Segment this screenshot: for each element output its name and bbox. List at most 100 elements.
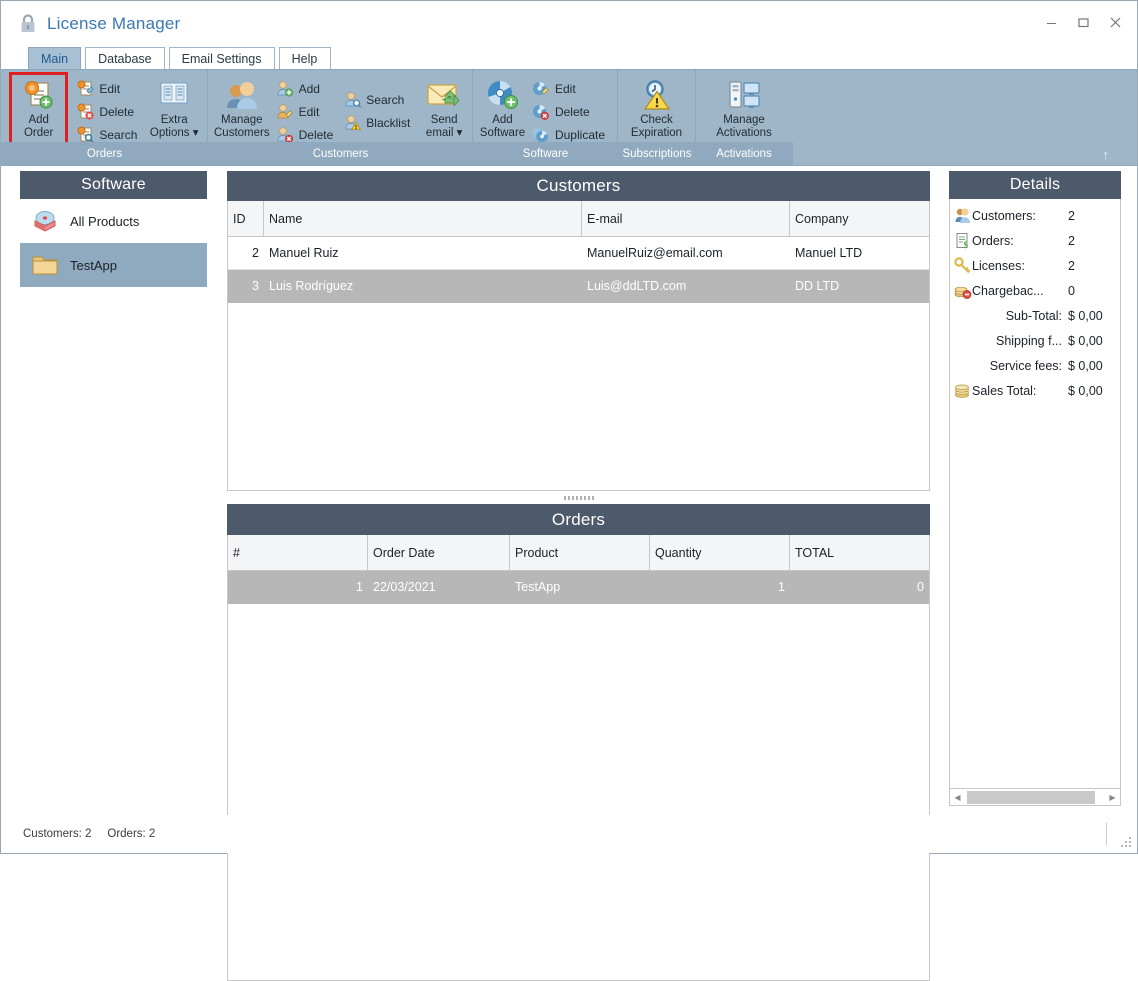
details-value: 2 xyxy=(1068,233,1075,248)
extra-options-button[interactable]: Extra Options ▾ xyxy=(147,74,201,143)
scroll-track[interactable] xyxy=(965,790,1105,804)
ribbon-group-orders: Add Order Edit Delete Search Extra Optio… xyxy=(1,70,208,146)
ribbon-group-subscriptions: Check Expiration xyxy=(618,70,696,143)
duplicate-software-label: Duplicate xyxy=(554,127,605,142)
details-label: Orders: xyxy=(972,233,1014,248)
customers-panel: Customers ID Name E-mail Company 2 Manue… xyxy=(227,171,930,491)
customers-panel-title: Customers xyxy=(227,171,930,201)
column-header-name[interactable]: Name xyxy=(264,201,582,236)
customers-grid[interactable]: ID Name E-mail Company 2 Manuel Ruiz Man… xyxy=(227,201,930,491)
orders-panel: Orders # Order Date Product Quantity TOT… xyxy=(227,504,930,981)
table-row[interactable]: 2 Manuel Ruiz ManuelRuiz@email.com Manue… xyxy=(228,237,929,270)
tab-help[interactable]: Help xyxy=(278,47,331,69)
column-header-company[interactable]: Company xyxy=(790,201,929,236)
main-content: Software All Products TestApp Customers … xyxy=(1,165,1137,981)
search-order-label: Search xyxy=(99,127,138,142)
close-button[interactable] xyxy=(1099,9,1131,35)
add-software-label: Add Software xyxy=(480,114,525,140)
blacklist-customer-label: Blacklist xyxy=(366,115,411,130)
column-header-quantity[interactable]: Quantity xyxy=(650,535,790,570)
orders-grid-header: # Order Date Product Quantity TOTAL xyxy=(228,535,929,571)
column-header-num[interactable]: # xyxy=(228,535,368,570)
delete-software-button[interactable]: Delete xyxy=(530,100,611,123)
status-customers-count: Customers: 2 xyxy=(23,828,92,840)
orders-grid[interactable]: # Order Date Product Quantity TOTAL 1 22… xyxy=(227,535,930,981)
group-caption-customers: Customers xyxy=(312,147,369,160)
resize-grip-icon[interactable] xyxy=(1115,831,1131,847)
add-software-button[interactable]: Add Software xyxy=(479,74,526,143)
delete-customer-icon xyxy=(276,126,294,144)
scroll-thumb[interactable] xyxy=(967,790,1095,804)
group-caption-software: Software xyxy=(522,147,569,160)
minimize-icon xyxy=(1046,22,1056,24)
details-row-shipping-fees: Shipping f... $ 0,00 xyxy=(950,328,1120,353)
cd-box-icon xyxy=(30,206,60,236)
add-software-label-line1: Add xyxy=(492,114,513,126)
tab-email-settings[interactable]: Email Settings xyxy=(168,47,275,69)
send-email-button[interactable]: Send email ▾ xyxy=(422,74,466,143)
splitter-grip-icon xyxy=(563,496,594,500)
table-row[interactable]: 3 Luis Rodríguez Luis@ddLTD.com DD LTD xyxy=(228,270,929,303)
manage-customers-label-line1: Manage xyxy=(221,114,263,126)
column-header-order-date[interactable]: Order Date xyxy=(368,535,510,570)
delete-software-label: Delete xyxy=(554,104,590,119)
check-expiration-label-line2: Expiration xyxy=(630,127,683,139)
edit-software-button[interactable]: Edit xyxy=(530,77,611,100)
details-label: Customers: xyxy=(972,208,1036,223)
add-order-button[interactable]: Add Order xyxy=(8,72,69,145)
add-order-label: Add Order xyxy=(24,114,53,140)
edit-customer-button[interactable]: Edit xyxy=(274,100,340,123)
sidebar-item-label: All Products xyxy=(70,213,140,229)
delete-order-button[interactable]: Delete xyxy=(74,100,143,123)
blacklist-customer-icon xyxy=(343,114,361,132)
software-panel-title: Software xyxy=(20,171,207,199)
extra-options-label: Extra Options ▾ xyxy=(150,114,199,140)
extra-options-label-line1: Extra xyxy=(160,114,188,126)
details-horizontal-scrollbar[interactable]: ◀ ▶ xyxy=(949,789,1121,806)
edit-order-label: Edit xyxy=(99,81,121,96)
orders-small-buttons: Edit Delete Search xyxy=(74,74,143,146)
check-expiration-button[interactable]: Check Expiration xyxy=(624,74,689,143)
edit-software-icon xyxy=(532,80,550,98)
ribbon: Add Order Edit Delete Search Extra Optio… xyxy=(1,69,1137,165)
customers-grid-body: 2 Manuel Ruiz ManuelRuiz@email.com Manue… xyxy=(228,237,929,490)
manage-customers-button[interactable]: Manage Customers xyxy=(214,74,270,143)
column-header-id[interactable]: ID xyxy=(228,201,264,236)
manage-activations-button[interactable]: Manage Activations xyxy=(702,74,786,143)
ribbon-collapse-button[interactable]: ↑ xyxy=(1103,147,1110,162)
column-header-email[interactable]: E-mail xyxy=(582,201,790,236)
minimize-button[interactable] xyxy=(1035,9,1067,35)
edit-order-button[interactable]: Edit xyxy=(74,77,143,100)
details-panel: Details Customers: 2 $ Orders: 2 License… xyxy=(949,171,1121,806)
panel-splitter[interactable] xyxy=(227,494,930,502)
status-orders-count: Orders: 2 xyxy=(107,828,156,840)
scroll-left-icon[interactable]: ◀ xyxy=(950,793,965,802)
sidebar-item-all-products[interactable]: All Products xyxy=(20,199,207,243)
window-controls xyxy=(1035,9,1131,35)
cell-num: 1 xyxy=(356,580,363,594)
tab-email-settings-label: Email Settings xyxy=(181,51,262,66)
search-customer-button[interactable]: Search xyxy=(341,88,416,111)
cell-name: Luis Rodríguez xyxy=(269,279,354,293)
details-value: $ 0,00 xyxy=(1068,383,1103,398)
extra-options-icon xyxy=(157,78,191,112)
group-caption-orders: Orders xyxy=(86,147,123,160)
column-header-total[interactable]: TOTAL xyxy=(790,535,929,570)
extra-options-label-line2: Options ▾ xyxy=(149,127,199,139)
column-header-product[interactable]: Product xyxy=(510,535,650,570)
maximize-button[interactable] xyxy=(1067,9,1099,35)
scroll-right-icon[interactable]: ▶ xyxy=(1105,793,1120,802)
cell-total: 0 xyxy=(917,580,924,594)
tab-database[interactable]: Database xyxy=(85,47,165,69)
software-list: All Products TestApp xyxy=(20,199,207,287)
search-customer-icon xyxy=(343,91,361,109)
tab-main[interactable]: Main xyxy=(28,47,82,69)
table-row[interactable]: 1 22/03/2021 TestApp 1 0 xyxy=(228,571,929,604)
cell-id: 3 xyxy=(252,279,259,293)
sidebar-item-testapp[interactable]: TestApp xyxy=(20,243,207,287)
orders-panel-title: Orders xyxy=(227,504,930,535)
details-row-orders: $ Orders: 2 xyxy=(950,228,1120,253)
add-customer-button[interactable]: Add xyxy=(274,77,340,100)
blacklist-customer-button[interactable]: Blacklist xyxy=(341,111,416,134)
search-order-icon xyxy=(76,126,94,144)
